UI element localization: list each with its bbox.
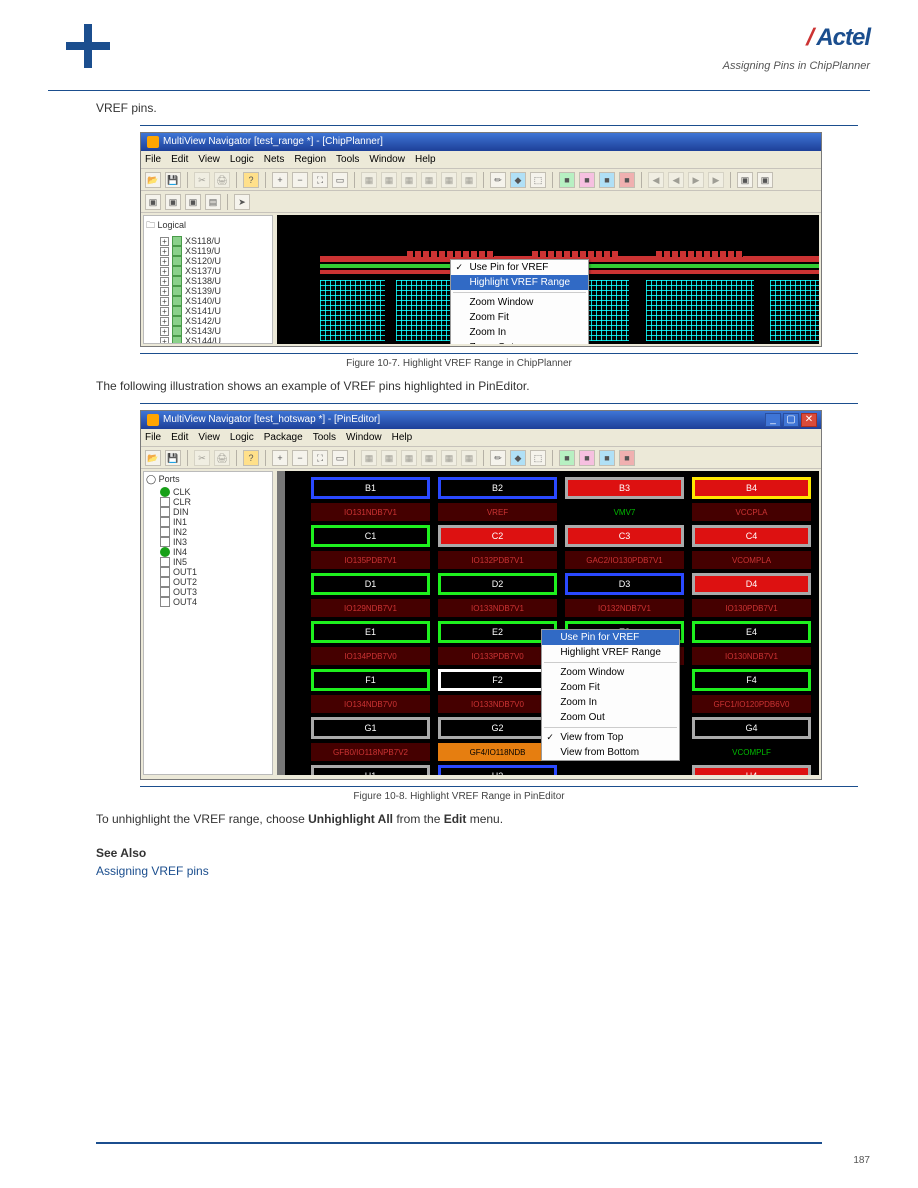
open-icon[interactable]: 📂 (145, 172, 161, 188)
zoom-in-icon[interactable]: + (272, 172, 288, 188)
pin-c3[interactable]: C3 (565, 525, 684, 547)
pin-f2[interactable]: F2 (438, 669, 557, 691)
window-titlebar: MultiView Navigator [test_range *] - [Ch… (141, 133, 821, 151)
page-number: 187 (853, 1155, 870, 1166)
menu-view-from-top[interactable]: View from Top (542, 730, 679, 745)
actel-logo: /Actel (805, 24, 870, 52)
middle-text: The following illustration shows an exam… (96, 377, 846, 395)
fig2-divider-bot (140, 786, 858, 787)
fig-divider-top (140, 125, 858, 126)
window-title: MultiView Navigator [test_range *] - [Ch… (163, 133, 383, 151)
print-icon[interactable]: 🖨 (214, 172, 230, 188)
maximize-button[interactable]: ▢ (783, 413, 799, 427)
pin-b1[interactable]: B1 (311, 477, 430, 499)
close-button[interactable]: ✕ (801, 413, 817, 427)
menu-zoom-out[interactable]: Zoom Out (451, 340, 588, 344)
menu-highlight-vref-range[interactable]: Highlight VREF Range (542, 645, 679, 660)
pin-f4[interactable]: F4 (692, 669, 811, 691)
pin-d3[interactable]: D3 (565, 573, 684, 595)
window-title: MultiView Navigator [test_hotswap *] - [… (163, 411, 380, 429)
menu-zoom-out[interactable]: Zoom Out (542, 710, 679, 725)
menu-highlight-vref-range[interactable]: Highlight VREF Range (451, 275, 588, 290)
figure1-caption: Figure 10-7. Highlight VREF Range in Chi… (0, 358, 918, 369)
divider (48, 90, 870, 91)
zoom-out-icon[interactable]: − (292, 172, 308, 188)
intro-text: VREF pins. (96, 99, 846, 117)
pin-d1[interactable]: D1 (311, 573, 430, 595)
menu-zoom-window[interactable]: Zoom Window (451, 295, 588, 310)
ports-tree-panel[interactable]: ◯ Ports CLK CLR DIN IN1 IN2 IN3 IN4 IN5 … (143, 471, 273, 775)
pin-c2[interactable]: C2 (438, 525, 557, 547)
context-menu[interactable]: Use Pin for VREF Highlight VREF Range Zo… (450, 259, 589, 344)
pin-e2[interactable]: E2 (438, 621, 557, 643)
menu-zoom-fit[interactable]: Zoom Fit (542, 680, 679, 695)
minimize-button[interactable]: _ (765, 413, 781, 427)
pin-canvas[interactable]: B1 B2 B3 B4 IO131NDB7V1VREFVMV7VCCPLA C1… (277, 471, 819, 775)
menu-use-pin-for-vref[interactable]: Use Pin for VREF (542, 630, 679, 645)
save-icon[interactable]: 💾 (165, 172, 181, 188)
footer-rule (96, 1142, 822, 1144)
fig-divider-bot (140, 353, 858, 354)
menu-use-pin-for-vref[interactable]: Use Pin for VREF (451, 260, 588, 275)
app-icon (147, 136, 159, 148)
app-icon (147, 414, 159, 426)
zoom-window-icon[interactable]: ▭ (332, 172, 348, 188)
menu-zoom-in[interactable]: Zoom In (542, 695, 679, 710)
see-also: See Also Assigning VREF pins (96, 844, 846, 880)
logical-tree-panel[interactable]: 🗀 Logical XS118/U XS119/U XS120/U XS137/… (143, 215, 273, 344)
tree-root[interactable]: 🗀 Logical (146, 218, 270, 234)
pin-c4[interactable]: C4 (692, 525, 811, 547)
pin-d2[interactable]: D2 (438, 573, 557, 595)
menubar[interactable]: FileEditViewLogicNetsRegionToolsWindowHe… (141, 151, 821, 169)
figure2-caption: Figure 10-8. Highlight VREF Range in Pin… (0, 791, 918, 802)
toolbar-row-2[interactable]: ▣▣▣▤ ➤ (141, 191, 821, 213)
window-titlebar: MultiView Navigator [test_hotswap *] - [… (141, 411, 821, 429)
pin-g2[interactable]: G2 (438, 717, 557, 739)
pin-g1[interactable]: G1 (311, 717, 430, 739)
menu-view-from-bottom[interactable]: View from Bottom (542, 745, 679, 760)
pin-e4[interactable]: E4 (692, 621, 811, 643)
see-also-link[interactable]: Assigning VREF pins (96, 864, 209, 878)
page-header: /Actel Assigning Pins in ChipPlanner (0, 0, 918, 90)
cut-icon[interactable]: ✂ (194, 172, 210, 188)
pin-f1[interactable]: F1 (311, 669, 430, 691)
page-footer: 187 (0, 1155, 918, 1166)
toolbar[interactable]: 📂💾 ✂🖨 ? +−⛶▭ ▦▦▦▦▦▦ ✏◆⬚ ■■■■ (141, 447, 821, 469)
menubar[interactable]: FileEditViewLogicPackageToolsWindowHelp (141, 429, 821, 447)
highlight-icon[interactable]: ? (243, 172, 259, 188)
zoom-fit-icon[interactable]: ⛶ (312, 172, 328, 188)
fig2-divider-top (140, 403, 858, 404)
pin-b3[interactable]: B3 (565, 477, 684, 499)
menu-zoom-in[interactable]: Zoom In (451, 325, 588, 340)
pin-c1[interactable]: C1 (311, 525, 430, 547)
chip-canvas[interactable]: Use Pin for VREF Highlight VREF Range Zo… (277, 215, 819, 344)
menu-zoom-window[interactable]: Zoom Window (542, 665, 679, 680)
pin-h2[interactable]: H2 (438, 765, 557, 775)
document-corner-mark (66, 24, 110, 68)
screenshot-pineditor: MultiView Navigator [test_hotswap *] - [… (140, 410, 822, 780)
pin-d4[interactable]: D4 (692, 573, 811, 595)
pin-e1[interactable]: E1 (311, 621, 430, 643)
pointer-icon[interactable]: ➤ (234, 194, 250, 210)
context-menu[interactable]: Use Pin for VREF Highlight VREF Range Zo… (541, 629, 680, 761)
pin-b4[interactable]: B4 (692, 477, 811, 499)
section-title: Assigning Pins in ChipPlanner (723, 60, 870, 72)
screenshot-chipplanner: MultiView Navigator [test_range *] - [Ch… (140, 132, 822, 347)
pin-b2[interactable]: B2 (438, 477, 557, 499)
pin-g4[interactable]: G4 (692, 717, 811, 739)
pin-h1[interactable]: H1 (311, 765, 430, 775)
tail-text-1: To unhighlight the VREF range, choose Un… (96, 810, 846, 828)
toolbar-row-1[interactable]: 📂 💾 ✂ 🖨 ? + − ⛶ ▭ ▦▦▦▦▦▦ ✏ ◆ ⬚ ■■■■ ◀◀▶▶… (141, 169, 821, 191)
menu-zoom-fit[interactable]: Zoom Fit (451, 310, 588, 325)
pin-h4[interactable]: H4 (692, 765, 811, 775)
